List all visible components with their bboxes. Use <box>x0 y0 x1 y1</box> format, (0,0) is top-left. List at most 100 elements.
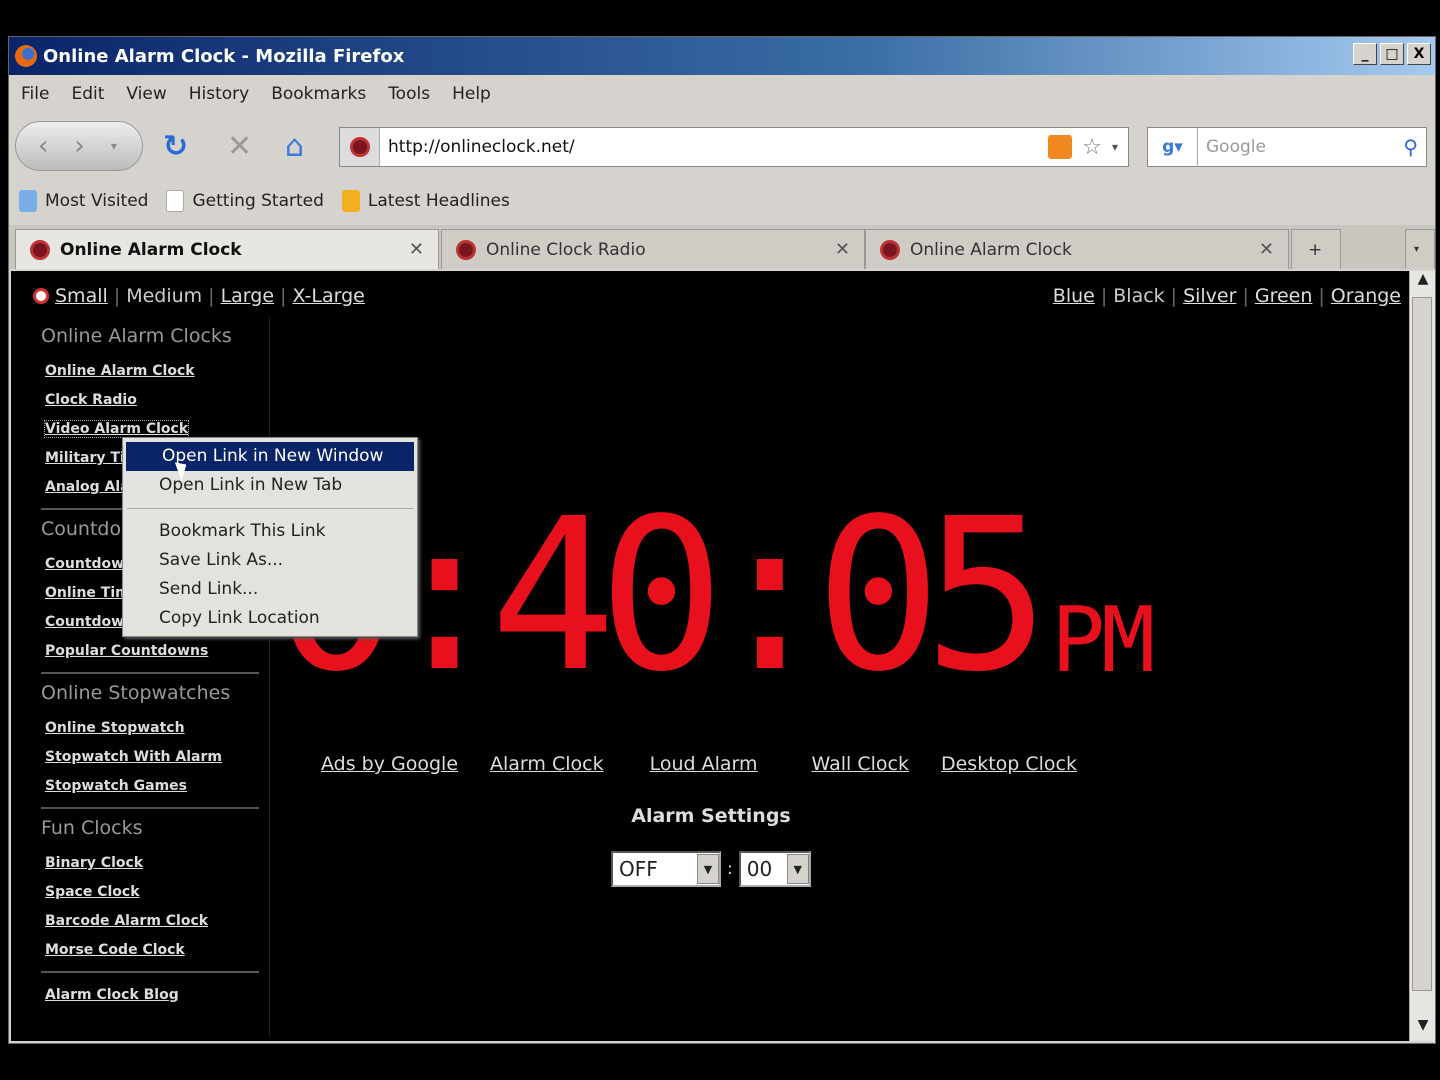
menu-open-link-new-tab[interactable]: Open Link in New Tab <box>123 471 417 500</box>
plus-icon: + <box>1308 239 1323 260</box>
menu-bar: File Edit View History Bookmarks Tools H… <box>9 77 1435 111</box>
separator: | <box>1318 285 1325 307</box>
alarm-hour-select[interactable]: OFF ▼ <box>611 851 721 887</box>
window-title: Online Alarm Clock - Mozilla Firefox <box>43 45 405 67</box>
sidebar-link[interactable]: Space Clock <box>25 878 269 907</box>
back-forward-buttons[interactable]: ‹ › ▾ <box>15 121 143 171</box>
divider <box>41 971 259 973</box>
tab-online-clock-radio[interactable]: Online Clock Radio ✕ <box>441 229 865 269</box>
time-separator: : <box>727 859 733 879</box>
menu-edit[interactable]: Edit <box>71 84 104 104</box>
bookmark-latest-headlines[interactable]: Latest Headlines <box>341 190 510 212</box>
close-tab-icon[interactable]: ✕ <box>409 239 424 260</box>
divider <box>41 672 259 674</box>
color-black: Black <box>1113 285 1165 307</box>
menu-help[interactable]: Help <box>452 84 491 104</box>
tab-label: Online Alarm Clock <box>910 239 1072 260</box>
search-input[interactable]: Google <box>1198 137 1403 157</box>
menu-history[interactable]: History <box>189 84 249 104</box>
separator: | <box>113 285 121 307</box>
history-dropdown-icon[interactable]: ▾ <box>111 139 117 153</box>
scroll-down-icon[interactable]: ▼ <box>1410 1017 1436 1041</box>
ad-link[interactable]: Desktop Clock <box>941 753 1077 775</box>
tab-label: Online Alarm Clock <box>60 239 242 260</box>
search-engine-icon[interactable]: g▾ <box>1148 128 1198 166</box>
sidebar-heading: Fun Clocks <box>41 817 143 839</box>
menu-separator <box>127 508 413 509</box>
alarm-minute-select[interactable]: 00 ▼ <box>738 851 811 887</box>
page-content: Small | Medium | Large | X-Large Blue | Blac… <box>11 271 1409 1041</box>
sidebar-link[interactable]: Online Stopwatch <box>25 714 269 743</box>
separator: | <box>1242 285 1249 307</box>
menu-bookmarks[interactable]: Bookmarks <box>271 84 366 104</box>
sidebar-link[interactable]: Popular Countdowns <box>25 637 269 666</box>
search-box[interactable]: g▾ Google ⚲ <box>1147 127 1427 167</box>
sidebar-link[interactable]: Stopwatch With Alarm <box>25 743 269 772</box>
color-green[interactable]: Green <box>1255 285 1313 307</box>
url-bar[interactable]: http://onlineclock.net/ ☆ ▾ <box>339 127 1129 167</box>
bookmark-label: Latest Headlines <box>367 191 510 211</box>
search-icon[interactable]: ⚲ <box>1403 135 1418 159</box>
tab-online-alarm-clock-2[interactable]: Online Alarm Clock ✕ <box>865 229 1289 269</box>
home-icon[interactable]: ⌂ <box>285 129 304 164</box>
minimize-button[interactable]: _ <box>1353 43 1377 65</box>
menu-tools[interactable]: Tools <box>388 84 430 104</box>
ad-link[interactable]: Alarm Clock <box>490 753 604 775</box>
close-tab-icon[interactable]: ✕ <box>1259 239 1274 260</box>
close-button[interactable]: X <box>1407 43 1431 65</box>
color-blue[interactable]: Blue <box>1053 285 1095 307</box>
close-tab-icon[interactable]: ✕ <box>835 239 850 260</box>
url-dropdown-icon[interactable]: ▾ <box>1112 140 1118 154</box>
tab-list-button[interactable]: ▾ <box>1405 229 1435 269</box>
stop-icon[interactable]: ✕ <box>227 129 252 164</box>
menu-bookmark-link[interactable]: Bookmark This Link <box>123 517 417 546</box>
menu-open-link-new-window[interactable]: Open Link in New Window <box>126 442 414 471</box>
sidebar-link[interactable]: Binary Clock <box>25 849 269 878</box>
bookmarks-toolbar: Most Visited Getting Started Latest Head… <box>9 179 1435 223</box>
size-x-large[interactable]: X-Large <box>292 285 364 307</box>
vertical-scrollbar[interactable]: ▲ ▼ <box>1409 271 1435 1041</box>
forward-icon[interactable]: › <box>74 131 84 161</box>
sidebar-link[interactable]: Barcode Alarm Clock <box>25 907 269 936</box>
bookmark-most-visited[interactable]: Most Visited <box>19 190 148 212</box>
sidebar-link[interactable]: Alarm Clock Blog <box>25 981 269 1010</box>
ad-link[interactable]: Wall Clock <box>812 753 909 775</box>
color-selector: Blue | Black | Silver | Green | Orange <box>1053 285 1401 307</box>
tab-online-alarm-clock[interactable]: Online Alarm Clock ✕ <box>15 229 439 269</box>
sidebar-link[interactable]: Morse Code Clock <box>25 936 269 965</box>
tab-bar: Online Alarm Clock ✕ Online Clock Radio ✕ … <box>9 225 1435 269</box>
clock-favicon <box>30 239 50 260</box>
site-favicon <box>340 128 380 166</box>
menu-copy-link-location[interactable]: Copy Link Location <box>123 604 417 633</box>
bookmark-star-icon[interactable]: ☆ <box>1082 135 1102 160</box>
back-icon[interactable]: ‹ <box>38 131 48 161</box>
scroll-up-icon[interactable]: ▲ <box>1410 271 1436 295</box>
reload-icon[interactable]: ↻ <box>163 129 188 164</box>
new-tab-button[interactable]: + <box>1291 229 1341 269</box>
sidebar-link[interactable]: Clock Radio <box>25 386 269 415</box>
rss-icon[interactable] <box>1048 135 1073 159</box>
title-bar: Online Alarm Clock - Mozilla Firefox _ □… <box>9 37 1435 75</box>
color-orange[interactable]: Orange <box>1331 285 1401 307</box>
navigation-toolbar: ‹ › ▾ ↻ ✕ ⌂ http://onlineclock.net/ ☆ ▾ g▾… <box>9 115 1435 175</box>
menu-save-link-as[interactable]: Save Link As... <box>123 546 417 575</box>
sidebar-link-label: Video Alarm Clock <box>43 420 190 438</box>
menu-view[interactable]: View <box>126 84 166 104</box>
ads-by-google-link[interactable]: Ads by Google <box>321 753 458 775</box>
alarm-hour-value: OFF <box>619 857 658 881</box>
menu-file[interactable]: File <box>21 84 49 104</box>
size-large[interactable]: Large <box>221 285 274 307</box>
clock-favicon <box>880 239 900 260</box>
size-small[interactable]: Small <box>55 285 108 307</box>
scroll-thumb[interactable] <box>1412 297 1432 991</box>
sidebar-link[interactable]: Stopwatch Games <box>25 772 269 801</box>
separator: | <box>208 285 215 307</box>
clock-favicon <box>456 239 476 260</box>
bookmark-getting-started[interactable]: Getting Started <box>166 190 324 212</box>
ad-link[interactable]: Loud Alarm <box>650 753 758 775</box>
sidebar-link[interactable]: Online Alarm Clock <box>25 357 269 386</box>
maximize-button[interactable]: □ <box>1380 43 1404 65</box>
color-silver[interactable]: Silver <box>1183 285 1236 307</box>
menu-send-link[interactable]: Send Link... <box>123 575 417 604</box>
url-input[interactable]: http://onlineclock.net/ <box>380 137 1048 157</box>
